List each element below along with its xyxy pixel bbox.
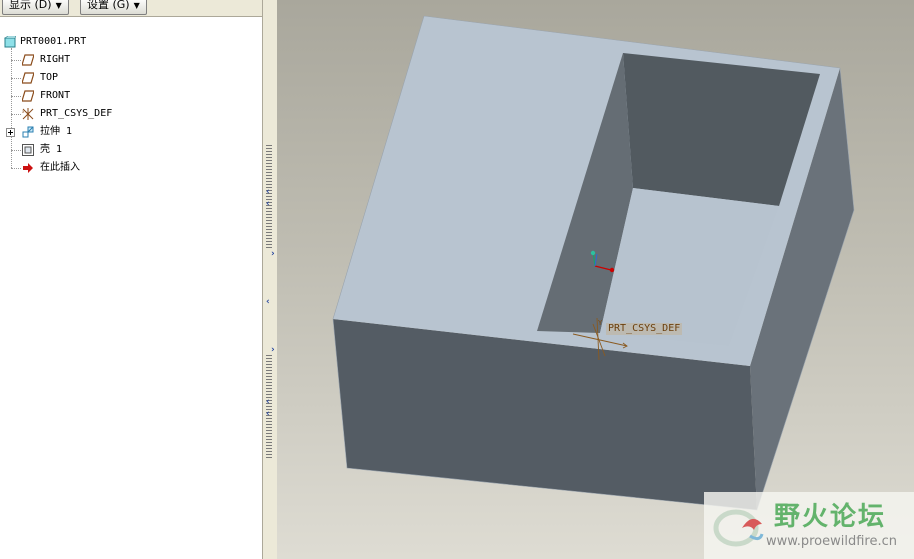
panel-splitter[interactable]: ‹ ‹ › ‹ › ‹ ‹ bbox=[262, 0, 278, 559]
tree-connector-line bbox=[11, 78, 21, 79]
tree-connector-line bbox=[11, 60, 21, 61]
insert-here-arrow-icon bbox=[23, 163, 33, 173]
splitter-grip[interactable] bbox=[266, 355, 272, 460]
model-tree-toolbar: 显示 (D) ▼ 设置 (G) ▼ bbox=[0, 0, 262, 17]
tree-item-label: 拉伸 1 bbox=[40, 126, 73, 137]
graphics-viewport[interactable]: Y PRT_CSYS_DEF 野火论坛 www.proewildfire.cn bbox=[277, 0, 914, 559]
tree-root-label: PRT0001.PRT bbox=[20, 36, 87, 47]
part-icon bbox=[4, 36, 16, 48]
show-menu-button[interactable]: 显示 (D) ▼ bbox=[2, 0, 69, 15]
collapse-left-icon[interactable]: ‹ bbox=[266, 188, 270, 197]
datum-plane-icon bbox=[22, 54, 34, 66]
tree-item-label: 在此插入 bbox=[40, 162, 80, 173]
extrude-icon bbox=[22, 126, 34, 138]
csys-label[interactable]: PRT_CSYS_DEF bbox=[606, 323, 683, 335]
shell-icon bbox=[22, 144, 34, 156]
tree-item-label: TOP bbox=[40, 72, 59, 83]
watermark-url: www.proewildfire.cn bbox=[766, 534, 897, 549]
tree-item-front[interactable]: FRONT bbox=[22, 88, 70, 104]
tree-root-part[interactable]: PRT0001.PRT bbox=[4, 34, 86, 50]
forum-logo-icon bbox=[713, 509, 764, 547]
collapse-left-icon[interactable]: ‹ bbox=[266, 200, 270, 209]
part-model-render[interactable]: Y bbox=[277, 0, 914, 559]
collapse-left-icon[interactable]: ‹ bbox=[266, 398, 270, 407]
expand-right-icon[interactable]: › bbox=[271, 346, 275, 355]
expand-plus-icon[interactable] bbox=[6, 128, 15, 137]
datum-plane-icon bbox=[22, 72, 34, 84]
collapse-left-icon[interactable]: ‹ bbox=[266, 298, 270, 307]
datum-plane-icon bbox=[22, 90, 34, 102]
tree-item-right[interactable]: RIGHT bbox=[22, 52, 70, 68]
tree-item-label: 壳 1 bbox=[40, 144, 63, 155]
collapse-left-icon[interactable]: ‹ bbox=[266, 410, 270, 419]
tree-item-label: RIGHT bbox=[40, 54, 71, 65]
settings-menu-button[interactable]: 设置 (G) ▼ bbox=[80, 0, 147, 15]
svg-text:x: x bbox=[22, 109, 25, 114]
model-tree-panel: 显示 (D) ▼ 设置 (G) ▼ PRT0001.PRT RIGHT TOP … bbox=[0, 0, 262, 559]
tree-item-top[interactable]: TOP bbox=[22, 70, 58, 86]
forum-watermark: 野火论坛 www.proewildfire.cn bbox=[704, 492, 914, 559]
dropdown-arrow-icon: ▼ bbox=[133, 1, 140, 10]
coordinate-system-icon: x bbox=[22, 108, 34, 120]
splitter-grip[interactable] bbox=[266, 145, 272, 250]
watermark-title: 野火论坛 bbox=[774, 502, 887, 532]
tree-connector-line bbox=[11, 96, 21, 97]
settings-menu-label: 设置 (G) bbox=[87, 0, 130, 11]
tree-item-shell[interactable]: 壳 1 bbox=[22, 142, 62, 158]
expand-right-icon[interactable]: › bbox=[271, 250, 275, 259]
tree-item-extrude[interactable]: 拉伸 1 bbox=[6, 124, 72, 140]
tree-connector-line bbox=[11, 114, 21, 115]
show-menu-label: 显示 (D) bbox=[9, 0, 52, 11]
dropdown-arrow-icon: ▼ bbox=[55, 1, 62, 10]
tree-connector-line bbox=[11, 150, 21, 151]
tree-item-insert-here[interactable]: 在此插入 bbox=[22, 160, 80, 176]
tree-connector-line bbox=[11, 168, 21, 169]
tree-item-label: FRONT bbox=[40, 90, 71, 101]
tree-item-csys[interactable]: x PRT_CSYS_DEF bbox=[22, 106, 112, 122]
tree-item-label: PRT_CSYS_DEF bbox=[40, 108, 113, 119]
